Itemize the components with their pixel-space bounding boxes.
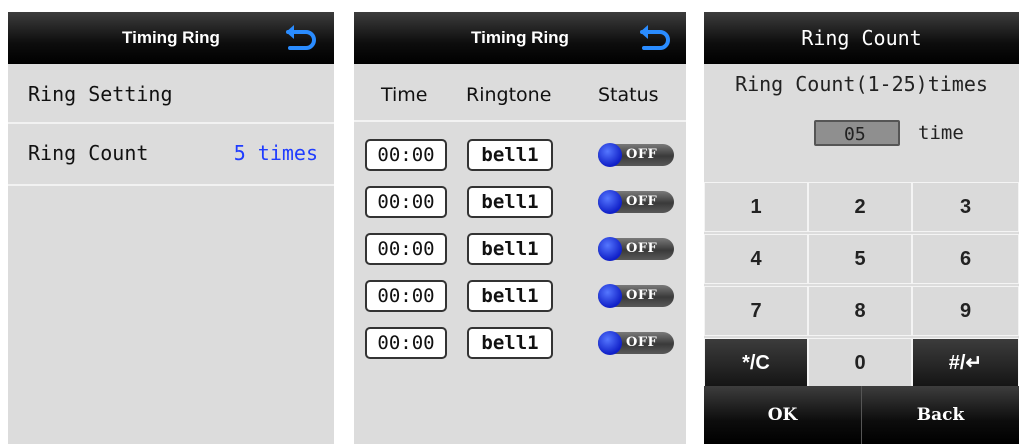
- schedule-row: 00:00 bell1 OFF: [354, 230, 686, 268]
- time-field[interactable]: 00:00: [365, 186, 447, 218]
- title-bar: Ring Count: [704, 12, 1019, 64]
- ok-button[interactable]: OK: [704, 386, 861, 444]
- timing-ring-menu-panel: Timing Ring Ring Setting Ring Count 5 ti…: [8, 12, 334, 444]
- status-toggle[interactable]: OFF: [598, 331, 674, 355]
- ringtone-field[interactable]: bell1: [467, 186, 553, 218]
- toggle-knob: [598, 190, 622, 214]
- key-6[interactable]: 6: [912, 234, 1019, 284]
- ring-count-input[interactable]: 05: [814, 120, 900, 146]
- toggle-label: OFF: [626, 147, 658, 162]
- status-toggle[interactable]: OFF: [598, 143, 674, 167]
- menu-item-ring-setting[interactable]: Ring Setting: [8, 66, 334, 124]
- key-2[interactable]: 2: [808, 182, 912, 232]
- time-field[interactable]: 00:00: [365, 327, 447, 359]
- schedule-row: 00:00 bell1 OFF: [354, 277, 686, 315]
- key-hash-enter[interactable]: #/↵: [912, 338, 1019, 388]
- key-3[interactable]: 3: [912, 182, 1019, 232]
- ring-count-unit: time: [918, 122, 964, 144]
- ring-count-range-label: Ring Count(1-25)times: [735, 72, 988, 96]
- menu-item-label: Ring Count: [28, 141, 149, 165]
- back-button[interactable]: Back: [862, 386, 1019, 444]
- key-7[interactable]: 7: [704, 286, 808, 336]
- toggle-label: OFF: [626, 288, 658, 303]
- ringtone-field[interactable]: bell1: [467, 139, 553, 171]
- toggle-knob: [598, 143, 622, 167]
- schedule-row: 00:00 bell1 OFF: [354, 136, 686, 174]
- page-title: Ring Count: [801, 26, 922, 50]
- ringtone-field[interactable]: bell1: [467, 233, 553, 265]
- key-8[interactable]: 8: [808, 286, 912, 336]
- time-field[interactable]: 00:00: [365, 139, 447, 171]
- toggle-label: OFF: [626, 335, 658, 350]
- time-field[interactable]: 00:00: [365, 280, 447, 312]
- ring-count-value: 5 times: [233, 141, 318, 165]
- toggle-knob: [598, 237, 622, 261]
- column-header-status: Status: [598, 84, 659, 106]
- key-1[interactable]: 1: [704, 182, 808, 232]
- title-bar: Timing Ring: [8, 12, 334, 64]
- time-field[interactable]: 00:00: [365, 233, 447, 265]
- status-toggle[interactable]: OFF: [598, 284, 674, 308]
- ring-count-panel: Ring Count Ring Count(1-25)times 05 time…: [704, 12, 1019, 444]
- key-0[interactable]: 0: [808, 338, 912, 388]
- back-arrow-icon[interactable]: [280, 22, 320, 54]
- key-star-clear[interactable]: */C: [704, 338, 808, 388]
- column-header-ringtone: Ringtone: [466, 84, 552, 106]
- schedule-row: 00:00 bell1 OFF: [354, 183, 686, 221]
- key-4[interactable]: 4: [704, 234, 808, 284]
- toggle-knob: [598, 284, 622, 308]
- key-5[interactable]: 5: [808, 234, 912, 284]
- key-9[interactable]: 9: [912, 286, 1019, 336]
- ringtone-field[interactable]: bell1: [467, 327, 553, 359]
- status-toggle[interactable]: OFF: [598, 237, 674, 261]
- bottom-action-bar: OK Back: [704, 386, 1019, 444]
- menu-item-label: Ring Setting: [28, 82, 173, 106]
- title-bar: Timing Ring: [354, 12, 686, 64]
- toggle-label: OFF: [626, 194, 658, 209]
- ringtone-field[interactable]: bell1: [467, 280, 553, 312]
- timing-ring-schedule-panel: Timing Ring Time Ringtone Status 00:00 b…: [354, 12, 686, 444]
- header-divider: [354, 120, 686, 122]
- menu-item-ring-count[interactable]: Ring Count 5 times: [8, 122, 334, 186]
- toggle-label: OFF: [626, 241, 658, 256]
- schedule-row: 00:00 bell1 OFF: [354, 324, 686, 362]
- back-arrow-icon[interactable]: [634, 22, 674, 54]
- status-toggle[interactable]: OFF: [598, 190, 674, 214]
- toggle-knob: [598, 331, 622, 355]
- column-header-time: Time: [381, 84, 428, 106]
